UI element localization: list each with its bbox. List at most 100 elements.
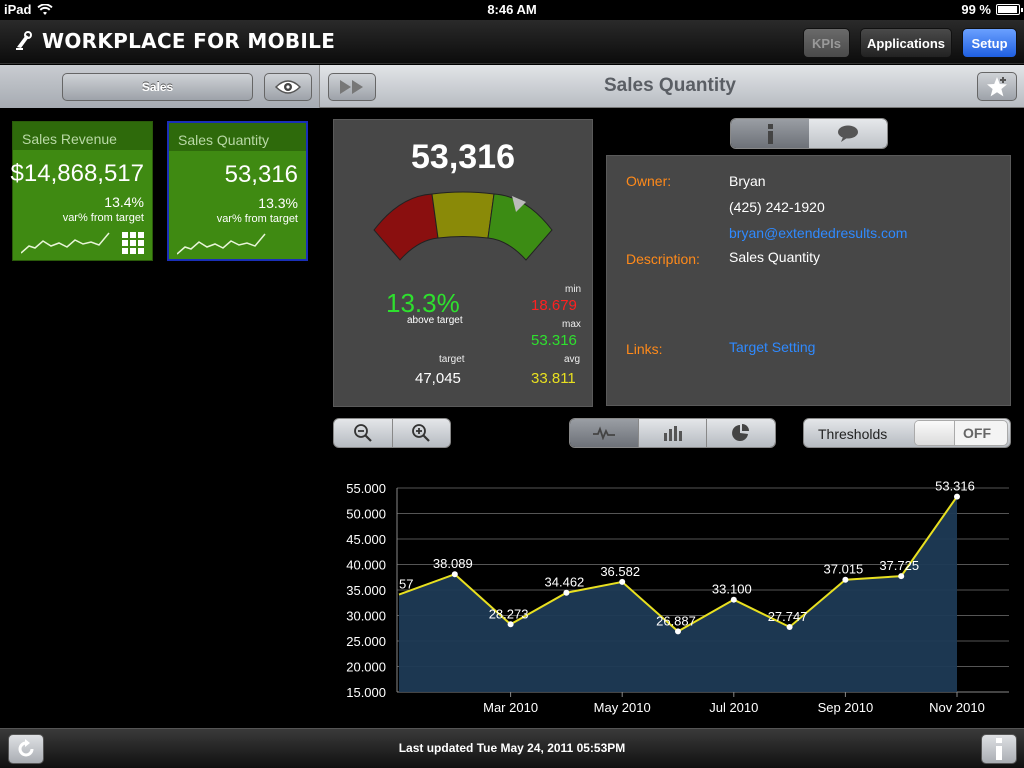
target-label: target — [439, 354, 465, 365]
battery-icon — [996, 4, 1023, 15]
battery-percent: 99 % — [961, 2, 991, 17]
min-value: 18.679 — [531, 297, 577, 314]
eye-icon — [275, 80, 301, 94]
min-label: min — [565, 284, 582, 295]
gauge-value: 53,316 — [411, 138, 515, 176]
owner-label: Owner: — [626, 173, 672, 189]
chart-type-selector — [569, 418, 776, 448]
thresholds-label: Thresholds — [818, 426, 888, 442]
series-area — [399, 496, 957, 692]
data-point — [451, 571, 458, 578]
owner-phone[interactable]: (425) 242-1920 — [729, 199, 825, 215]
kpis-button[interactable]: KPIs — [803, 28, 850, 58]
max-value: 53.316 — [531, 332, 577, 349]
description-value: Sales Quantity — [729, 249, 821, 265]
y-tick-label: 55.000 — [346, 481, 386, 496]
tile-percent: 13.4% — [104, 194, 144, 210]
info-tab[interactable] — [731, 119, 809, 148]
kpi-tile-sales-revenue[interactable]: Sales Revenue $14,868,517 13.4% var% fro… — [11, 121, 153, 261]
gauge-segment-bad — [373, 193, 439, 261]
avg-label: avg — [564, 354, 581, 365]
tile-percent: 13.3% — [258, 195, 298, 211]
comments-tab[interactable] — [809, 119, 887, 148]
status-bar: iPad 8:46 AM 99 % — [0, 0, 1024, 20]
tile-value: 53,316 — [224, 161, 298, 188]
data-point — [563, 589, 570, 596]
info-icon — [768, 123, 773, 144]
y-tick-label: 30.000 — [346, 609, 386, 624]
data-label: 57 — [399, 577, 413, 592]
brand-logo: WORKPLACE FOR MOBILE — [14, 29, 335, 53]
view-button[interactable] — [264, 73, 312, 101]
data-label: 37.725 — [879, 558, 919, 573]
comment-bubble-icon — [838, 125, 858, 142]
gauge-dial — [373, 191, 553, 261]
grid-icon — [122, 232, 144, 254]
bottom-bar: Last updated Tue May 24, 2011 05:53PM — [0, 728, 1024, 768]
y-tick-label: 50.000 — [346, 507, 386, 522]
info-button[interactable] — [981, 734, 1017, 764]
toggle-knob[interactable] — [915, 421, 955, 445]
star-plus-icon — [987, 76, 1007, 96]
tile-name: Sales Quantity — [169, 123, 306, 151]
x-tick-label: May 2010 — [594, 700, 651, 715]
owner-name: Bryan — [729, 173, 766, 189]
sales-category-button[interactable]: Sales — [62, 73, 253, 101]
info-panel: Owner: Bryan (425) 242-1920 bryan@extend… — [606, 155, 1011, 406]
page-title: Sales Quantity — [604, 75, 736, 96]
favorite-button[interactable] — [977, 72, 1017, 101]
zoom-out-button[interactable] — [334, 419, 392, 447]
pie-chart-button[interactable] — [706, 419, 775, 447]
brand-name: WORKPLACE FOR MOBILE — [42, 29, 336, 53]
max-label: max — [562, 319, 581, 330]
data-point — [507, 621, 514, 628]
tile-subtext: var% from target — [62, 212, 144, 224]
brand-icon — [16, 31, 32, 50]
target-value: 47,045 — [415, 370, 461, 387]
y-tick-label: 40.000 — [346, 558, 386, 573]
data-point — [619, 578, 626, 585]
gauge-segment-mid — [431, 191, 495, 239]
applications-button[interactable]: Applications — [860, 28, 952, 58]
zoom-in-button[interactable] — [391, 419, 451, 447]
y-tick-label: 35.000 — [346, 583, 386, 598]
avg-value: 33.811 — [531, 370, 576, 387]
bar-chart-button[interactable] — [637, 419, 707, 447]
y-tick-label: 45.000 — [346, 532, 386, 547]
zoom-out-icon — [353, 424, 372, 442]
y-tick-label: 25.000 — [346, 634, 386, 649]
data-label: 53.316 — [935, 479, 975, 494]
data-label: 26.887 — [656, 613, 696, 628]
thresholds-toggle[interactable]: OFF — [914, 420, 1008, 446]
x-tick-label: Mar 2010 — [483, 700, 538, 715]
toggle-state: OFF — [963, 425, 991, 441]
clock: 8:46 AM — [487, 2, 537, 17]
target-setting-link[interactable]: Target Setting — [729, 339, 815, 355]
info-comment-segmented-control — [730, 118, 888, 149]
data-label: 27.747 — [768, 609, 808, 624]
data-point — [898, 573, 905, 580]
data-label: 37.015 — [824, 562, 864, 577]
x-tick-label: Jul 2010 — [709, 700, 758, 715]
y-tick-label: 15.000 — [346, 685, 386, 700]
description-label: Description: — [626, 251, 700, 267]
bar-chart-icon — [663, 426, 682, 441]
x-tick-label: Nov 2010 — [929, 700, 985, 715]
sparkline-icon — [21, 232, 110, 254]
line-chart-button[interactable] — [570, 419, 638, 447]
sales-quantity-chart: 55.000 50.000 45.000 40.000 35.000 30.000 25.0… — [346, 479, 1009, 715]
data-label: 28.273 — [489, 606, 529, 621]
tile-name: Sales Revenue — [13, 122, 152, 150]
data-point — [675, 628, 681, 635]
data-point — [786, 623, 793, 630]
data-label: 33.100 — [712, 582, 752, 597]
gauge-panel: 53,316 13.3% above target target 47,045 … — [333, 119, 593, 407]
owner-email-link[interactable]: bryan@extendedresults.com — [729, 225, 907, 241]
data-point — [842, 576, 849, 583]
kpi-tile-sales-quantity[interactable]: Sales Quantity 53,316 13.3% var% from ta… — [167, 121, 308, 261]
links-label: Links: — [626, 341, 663, 357]
zoom-control — [333, 418, 451, 448]
data-label: 34.462 — [545, 575, 585, 590]
y-tick-label: 20.000 — [346, 660, 386, 675]
setup-button[interactable]: Setup — [962, 28, 1017, 58]
